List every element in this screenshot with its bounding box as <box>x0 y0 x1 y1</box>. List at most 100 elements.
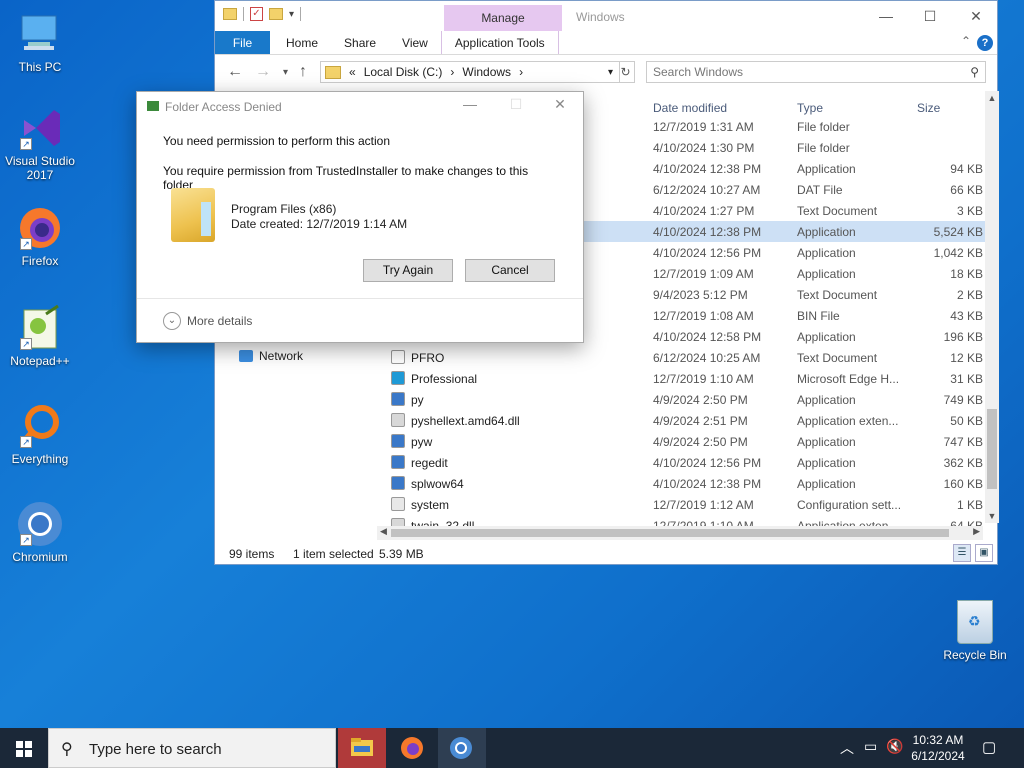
date-modified: 4/10/2024 1:30 PM <box>653 141 755 155</box>
scroll-right-icon[interactable]: ▶ <box>973 526 980 537</box>
help-icon[interactable]: ? <box>977 35 993 51</box>
windows-logo-icon <box>16 741 32 757</box>
network-tray-icon[interactable]: ▭ <box>864 738 877 755</box>
date-modified: 6/12/2024 10:27 AM <box>653 183 761 197</box>
close-button[interactable]: ✕ <box>953 1 999 31</box>
desktop-icon-visual-studio[interactable]: ↗ Visual Studio 2017 <box>2 104 78 182</box>
folder-name: Program Files (x86) <box>231 202 337 216</box>
file-size: 31 KB <box>950 372 983 386</box>
tab-manage[interactable]: Manage <box>444 5 562 31</box>
vertical-scrollbar[interactable]: ▲ ▼ <box>985 91 999 523</box>
table-row[interactable]: py 4/9/2024 2:50 PM Application 749 KB <box>377 389 985 410</box>
large-icons-view-icon[interactable]: ▣ <box>975 544 993 562</box>
recent-chevron-icon[interactable]: ▾ <box>283 67 288 78</box>
explorer-app-icon <box>147 101 159 111</box>
desktop-icon-firefox[interactable]: ↗ Firefox <box>2 204 78 268</box>
search-input[interactable]: Search Windows ⚲ <box>646 61 986 83</box>
desktop-icon-notepad-plus-plus[interactable]: ↗ Notepad++ <box>2 304 78 368</box>
more-details-toggle[interactable]: ⌄ More details <box>163 312 252 330</box>
chevron-up-icon[interactable]: ⌃ <box>961 34 971 48</box>
scroll-down-icon[interactable]: ▼ <box>985 511 999 521</box>
volume-muted-icon[interactable]: 🔇 <box>886 738 903 755</box>
refresh-icon[interactable]: ↻ <box>617 61 635 83</box>
cancel-button[interactable]: Cancel <box>465 259 555 282</box>
tab-file[interactable]: File <box>215 31 270 54</box>
breadcrumb-local-disk[interactable]: Local Disk (C:) <box>364 65 443 79</box>
tab-home[interactable]: Home <box>270 31 331 54</box>
folder-icon <box>223 8 237 20</box>
notifications-icon[interactable]: ▢ <box>982 738 996 756</box>
new-folder-icon[interactable] <box>269 8 283 20</box>
folder-access-denied-dialog: Folder Access Denied — ☐ ✕ You need perm… <box>136 91 584 343</box>
minimize-button[interactable]: — <box>863 1 909 31</box>
breadcrumb-separator-icon: › <box>519 65 524 79</box>
tab-application-tools[interactable]: Application Tools <box>440 31 559 54</box>
nav-item-network[interactable]: Network <box>239 349 303 363</box>
minimize-button[interactable]: — <box>455 96 485 112</box>
file-size: 160 KB <box>943 477 983 491</box>
details-view-icon[interactable]: ☰ <box>953 544 971 562</box>
close-button[interactable]: ✕ <box>545 96 575 113</box>
table-row[interactable]: pyshellext.amd64.dll 4/9/2024 2:51 PM Appl… <box>377 410 985 431</box>
table-row[interactable]: system 12/7/2019 1:12 AM Configuration set… <box>377 494 985 515</box>
maximize-button[interactable]: ☐ <box>501 96 531 113</box>
file-type: Application <box>797 162 856 176</box>
chevron-down-icon[interactable]: ▾ <box>289 9 294 20</box>
properties-icon[interactable]: ✓ <box>250 7 263 21</box>
taskbar-chromium[interactable] <box>438 728 486 768</box>
back-arrow-icon[interactable]: ← <box>227 63 243 81</box>
horizontal-scrollbar[interactable]: ◀ ▶ <box>377 526 983 540</box>
scrollbar-thumb[interactable] <box>391 529 949 537</box>
file-type: File folder <box>797 120 850 134</box>
start-button[interactable] <box>0 728 48 768</box>
address-bar[interactable]: « Local Disk (C:) › Windows › ▾ <box>320 61 620 83</box>
table-row[interactable]: pyw 4/9/2024 2:50 PM Application 747 KB <box>377 431 985 452</box>
try-again-button[interactable]: Try Again <box>363 259 453 282</box>
table-row[interactable]: PFRO 6/12/2024 10:25 AM Text Document 12 KB <box>377 347 985 368</box>
breadcrumb-windows[interactable]: Windows <box>462 65 511 79</box>
desktop-icon-label: Recycle Bin <box>943 648 1007 662</box>
address-row: ← → ▾ ↑ « Local Disk (C:) › Windows › ▾ … <box>215 55 997 89</box>
desktop-icon-everything[interactable]: ↗ Everything <box>2 402 78 466</box>
table-row[interactable]: splwow64 4/10/2024 12:38 PM Application 160… <box>377 473 985 494</box>
search-icon: ⚲ <box>61 741 73 758</box>
up-arrow-icon[interactable]: ↑ <box>299 63 307 81</box>
date-modified: 4/10/2024 12:58 PM <box>653 330 762 344</box>
notepad-plus-plus-icon: ↗ <box>16 304 64 352</box>
scroll-up-icon[interactable]: ▲ <box>985 93 999 103</box>
desktop-icon-this-pc[interactable]: This PC <box>2 10 78 74</box>
taskbar-search-input[interactable]: ⚲ Type here to search <box>48 728 336 768</box>
tab-view[interactable]: View <box>389 31 441 54</box>
table-row[interactable]: regedit 4/10/2024 12:56 PM Application 362 … <box>377 452 985 473</box>
system-clock[interactable]: 10:32 AM 6/12/2024 <box>908 732 968 764</box>
date-modified: 9/4/2023 5:12 PM <box>653 288 748 302</box>
show-hidden-icons-chevron-icon[interactable]: ︿ <box>840 738 854 758</box>
forward-arrow-icon[interactable]: → <box>255 63 271 81</box>
date-modified: 12/7/2019 1:08 AM <box>653 309 754 323</box>
address-dropdown-icon[interactable]: ▾ <box>608 67 613 78</box>
desktop-icon-recycle-bin[interactable]: Recycle Bin <box>942 600 1008 662</box>
shortcut-arrow-icon: ↗ <box>20 534 32 546</box>
desktop-icon-chromium[interactable]: ↗ Chromium <box>2 500 78 564</box>
desktop-icon-label: Firefox <box>21 254 59 268</box>
taskbar-file-explorer[interactable] <box>338 728 386 768</box>
column-header-date-modified[interactable]: Date modified <box>653 101 727 115</box>
column-header-type[interactable]: Type <box>797 101 823 115</box>
taskbar-firefox[interactable] <box>388 728 436 768</box>
table-row[interactable]: Professional 12/7/2019 1:10 AM Microsoft E… <box>377 368 985 389</box>
clock-date: 6/12/2024 <box>911 749 965 763</box>
file-type-icon <box>391 455 405 469</box>
maximize-button[interactable]: ☐ <box>907 1 953 31</box>
breadcrumb-overflow[interactable]: « <box>349 65 356 79</box>
file-type-icon <box>391 434 405 448</box>
tab-share[interactable]: Share <box>331 31 389 54</box>
everything-search-icon: ↗ <box>16 402 64 450</box>
column-header-size[interactable]: Size <box>917 101 940 115</box>
date-modified: 4/10/2024 12:56 PM <box>653 456 762 470</box>
file-size: 18 KB <box>950 267 983 281</box>
date-modified: 12/7/2019 1:12 AM <box>653 498 754 512</box>
status-bar: 99 items 1 item selected 5.39 MB ☰ ▣ <box>215 542 999 564</box>
scroll-left-icon[interactable]: ◀ <box>380 526 387 537</box>
scrollbar-thumb[interactable] <box>987 409 997 489</box>
window-title: Windows <box>576 10 625 24</box>
